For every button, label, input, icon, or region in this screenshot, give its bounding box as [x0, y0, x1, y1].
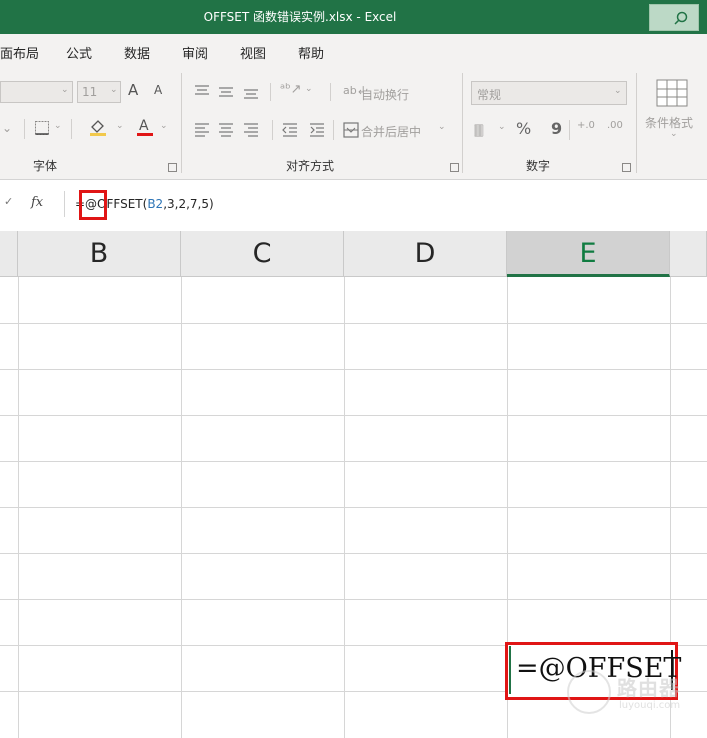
- grid-line: [0, 369, 707, 370]
- border-icon[interactable]: [34, 120, 50, 136]
- watermark-url: luyouqi.com: [619, 700, 681, 711]
- separator: [333, 120, 334, 140]
- formula-mid: FFSET(: [106, 197, 148, 211]
- number-format-value: 常规: [477, 88, 502, 102]
- formula-cell-ref: B2: [147, 197, 164, 211]
- formula-suffix: ,3,2,7,5): [163, 197, 214, 211]
- chevron-down-icon: ⌄: [614, 86, 622, 96]
- decrease-decimal-button[interactable]: .00: [607, 120, 623, 131]
- separator: [24, 119, 25, 139]
- vertical-align-icons[interactable]: [194, 84, 264, 100]
- chevron-down-icon[interactable]: ⌄: [54, 121, 62, 131]
- indent-icons[interactable]: [282, 122, 326, 138]
- column-header-d[interactable]: D: [344, 231, 507, 277]
- group-separator: [181, 73, 182, 173]
- watermark: 路由器 luyouqi.com: [567, 668, 697, 720]
- svg-text:A: A: [139, 118, 149, 134]
- chevron-down-icon[interactable]: ⌄: [116, 121, 124, 131]
- chevron-down-icon[interactable]: ⌄: [498, 122, 506, 132]
- horizontal-align-icons[interactable]: [194, 122, 264, 138]
- column-header-c[interactable]: C: [181, 231, 344, 277]
- grid-line: [0, 323, 707, 324]
- chevron-down-icon[interactable]: ⌄: [160, 121, 168, 131]
- group-separator: [462, 73, 463, 173]
- column-header-f[interactable]: [670, 231, 707, 277]
- separator: [272, 120, 273, 140]
- grow-font-button[interactable]: A: [128, 81, 138, 99]
- number-dialog-launcher[interactable]: [622, 163, 631, 172]
- tab-review[interactable]: 审阅: [182, 43, 208, 62]
- formula-input[interactable]: =@OFFSET(B2,3,2,7,5): [64, 191, 707, 217]
- shrink-font-button[interactable]: A: [154, 83, 162, 97]
- grid-line: [0, 507, 707, 508]
- separator: [330, 83, 331, 101]
- fx-icon[interactable]: fx: [31, 195, 43, 210]
- chevron-down-icon[interactable]: ⌄: [305, 84, 313, 94]
- grid-line: [0, 553, 707, 554]
- conditional-format-icon[interactable]: [656, 79, 688, 107]
- tab-help[interactable]: 帮助: [298, 43, 324, 62]
- fill-color-icon[interactable]: [88, 117, 108, 137]
- font-name-select[interactable]: ⌄: [0, 81, 73, 103]
- chevron-down-icon: ⌄: [110, 85, 118, 95]
- grid-line: [0, 599, 707, 600]
- tab-data[interactable]: 数据: [124, 43, 150, 62]
- ribbon-tabs: 面布局 公式 数据 审阅 视图 帮助: [0, 34, 707, 67]
- currency-icon[interactable]: 🀫: [474, 123, 484, 138]
- alignment-dialog-launcher[interactable]: [450, 163, 459, 172]
- font-color-icon[interactable]: A: [136, 117, 154, 137]
- grid-line: [0, 415, 707, 416]
- separator: [270, 83, 271, 101]
- font-size-select[interactable]: 11 ⌄: [77, 81, 121, 103]
- chevron-down-icon[interactable]: ⌄: [670, 129, 678, 139]
- search-icon: [674, 11, 688, 25]
- active-cell-border: [509, 646, 511, 694]
- underline-icon[interactable]: ⌄: [2, 121, 12, 135]
- enter-icon[interactable]: ✓: [4, 195, 13, 208]
- search-button[interactable]: [649, 4, 699, 31]
- increase-decimal-button[interactable]: +.0: [577, 120, 595, 131]
- group-separator: [636, 73, 637, 173]
- column-header-e[interactable]: E: [507, 231, 670, 277]
- conditional-format-label[interactable]: 条件格式: [645, 114, 693, 131]
- percent-button[interactable]: %: [516, 119, 531, 138]
- merge-icon[interactable]: [343, 122, 359, 138]
- window-title: OFFSET 函数错误实例.xlsx - Excel: [203, 10, 397, 24]
- wrap-text-label[interactable]: 自动换行: [361, 86, 409, 103]
- alignment-group-label: 对齐方式: [286, 159, 335, 173]
- comma-style-button[interactable]: 9: [551, 119, 562, 138]
- tab-formulas[interactable]: 公式: [66, 43, 92, 62]
- tab-view[interactable]: 视图: [240, 43, 266, 62]
- ribbon: ⌄ 11 ⌄ A A ⌄ ⌄ ⌄ A ⌄ 字体 ᵃᵇ↗ ⌄ ab↲ 自动换行 合…: [0, 67, 707, 180]
- number-format-select[interactable]: 常规 ⌄: [471, 81, 627, 105]
- tab-page-layout[interactable]: 面布局: [0, 43, 39, 62]
- separator: [71, 119, 72, 139]
- chevron-down-icon[interactable]: ⌄: [438, 122, 446, 132]
- number-group-label: 数字: [526, 159, 551, 173]
- chevron-down-icon: ⌄: [61, 85, 69, 95]
- watermark-logo-icon: [567, 670, 611, 714]
- title-bar: OFFSET 函数错误实例.xlsx - Excel: [0, 0, 707, 34]
- column-header-partial[interactable]: [0, 231, 18, 277]
- formula-highlight-box: [79, 190, 107, 220]
- column-header-b[interactable]: B: [18, 231, 181, 277]
- font-size-value: 11: [82, 85, 98, 99]
- separator: [569, 120, 570, 140]
- font-group-label: 字体: [33, 159, 58, 173]
- orientation-icon[interactable]: ᵃᵇ↗: [280, 82, 302, 97]
- watermark-text: 路由器: [617, 676, 680, 700]
- font-dialog-launcher[interactable]: [168, 163, 177, 172]
- merge-center-label[interactable]: 合并后居中: [361, 123, 421, 140]
- grid-line: [0, 461, 707, 462]
